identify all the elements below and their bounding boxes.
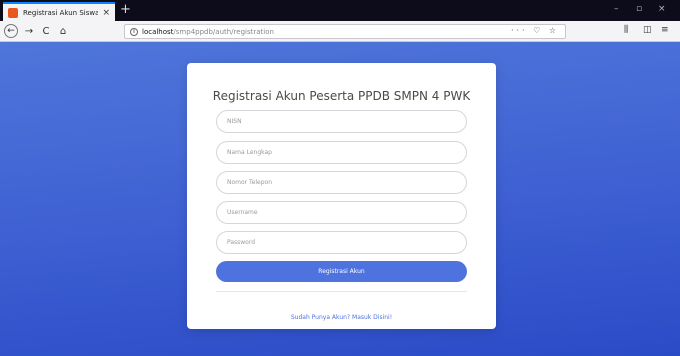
- page-background: Registrasi Akun Peserta PPDB SMPN 4 PWK …: [0, 42, 680, 356]
- window-close-icon[interactable]: ×: [658, 4, 666, 14]
- library-icon[interactable]: ⫼: [624, 25, 628, 35]
- password-input[interactable]: [216, 231, 467, 254]
- menu-icon[interactable]: ≡: [661, 25, 669, 35]
- browser-tab-bar: Registrasi Akun Siswa × + – ▫ ×: [0, 0, 680, 21]
- home-icon[interactable]: ⌂: [57, 24, 69, 38]
- registration-card: Registrasi Akun Peserta PPDB SMPN 4 PWK …: [187, 63, 496, 329]
- browser-nav-bar: ← → C ⌂ i localhost/smp4ppdb/auth/regist…: [0, 21, 680, 42]
- page-title: Registrasi Akun Peserta PPDB SMPN 4 PWK: [212, 89, 471, 103]
- reload-icon[interactable]: C: [40, 24, 52, 38]
- info-icon[interactable]: i: [130, 27, 138, 36]
- back-icon[interactable]: ←: [4, 24, 18, 38]
- registrasi-akun-button[interactable]: Registrasi Akun: [216, 261, 467, 282]
- nama-lengkap-input[interactable]: [216, 141, 467, 164]
- login-link[interactable]: Sudah Punya Akun? Masuk Disini!: [187, 314, 496, 321]
- url-bar[interactable]: i localhost/smp4ppdb/auth/registration ·…: [124, 24, 566, 39]
- divider: [216, 291, 467, 292]
- nomor-telepon-input[interactable]: [216, 171, 467, 194]
- username-input[interactable]: [216, 201, 467, 224]
- page-actions-icon[interactable]: ··· ♡ ☆: [511, 26, 559, 35]
- tab-close-icon[interactable]: ×: [102, 8, 110, 18]
- maximize-icon[interactable]: ▫: [636, 4, 642, 14]
- sidebar-icon[interactable]: ◫: [643, 25, 652, 35]
- new-tab-button[interactable]: +: [120, 3, 131, 17]
- favicon-icon: [8, 7, 18, 18]
- nisn-input[interactable]: [216, 110, 467, 133]
- url-host: localhost: [142, 27, 174, 36]
- tab-title: Registrasi Akun Siswa: [23, 8, 99, 17]
- minimize-icon[interactable]: –: [614, 4, 619, 14]
- url-path: /smp4ppdb/auth/registration: [173, 27, 274, 36]
- browser-tab[interactable]: Registrasi Akun Siswa ×: [3, 2, 115, 21]
- forward-icon[interactable]: →: [23, 24, 35, 38]
